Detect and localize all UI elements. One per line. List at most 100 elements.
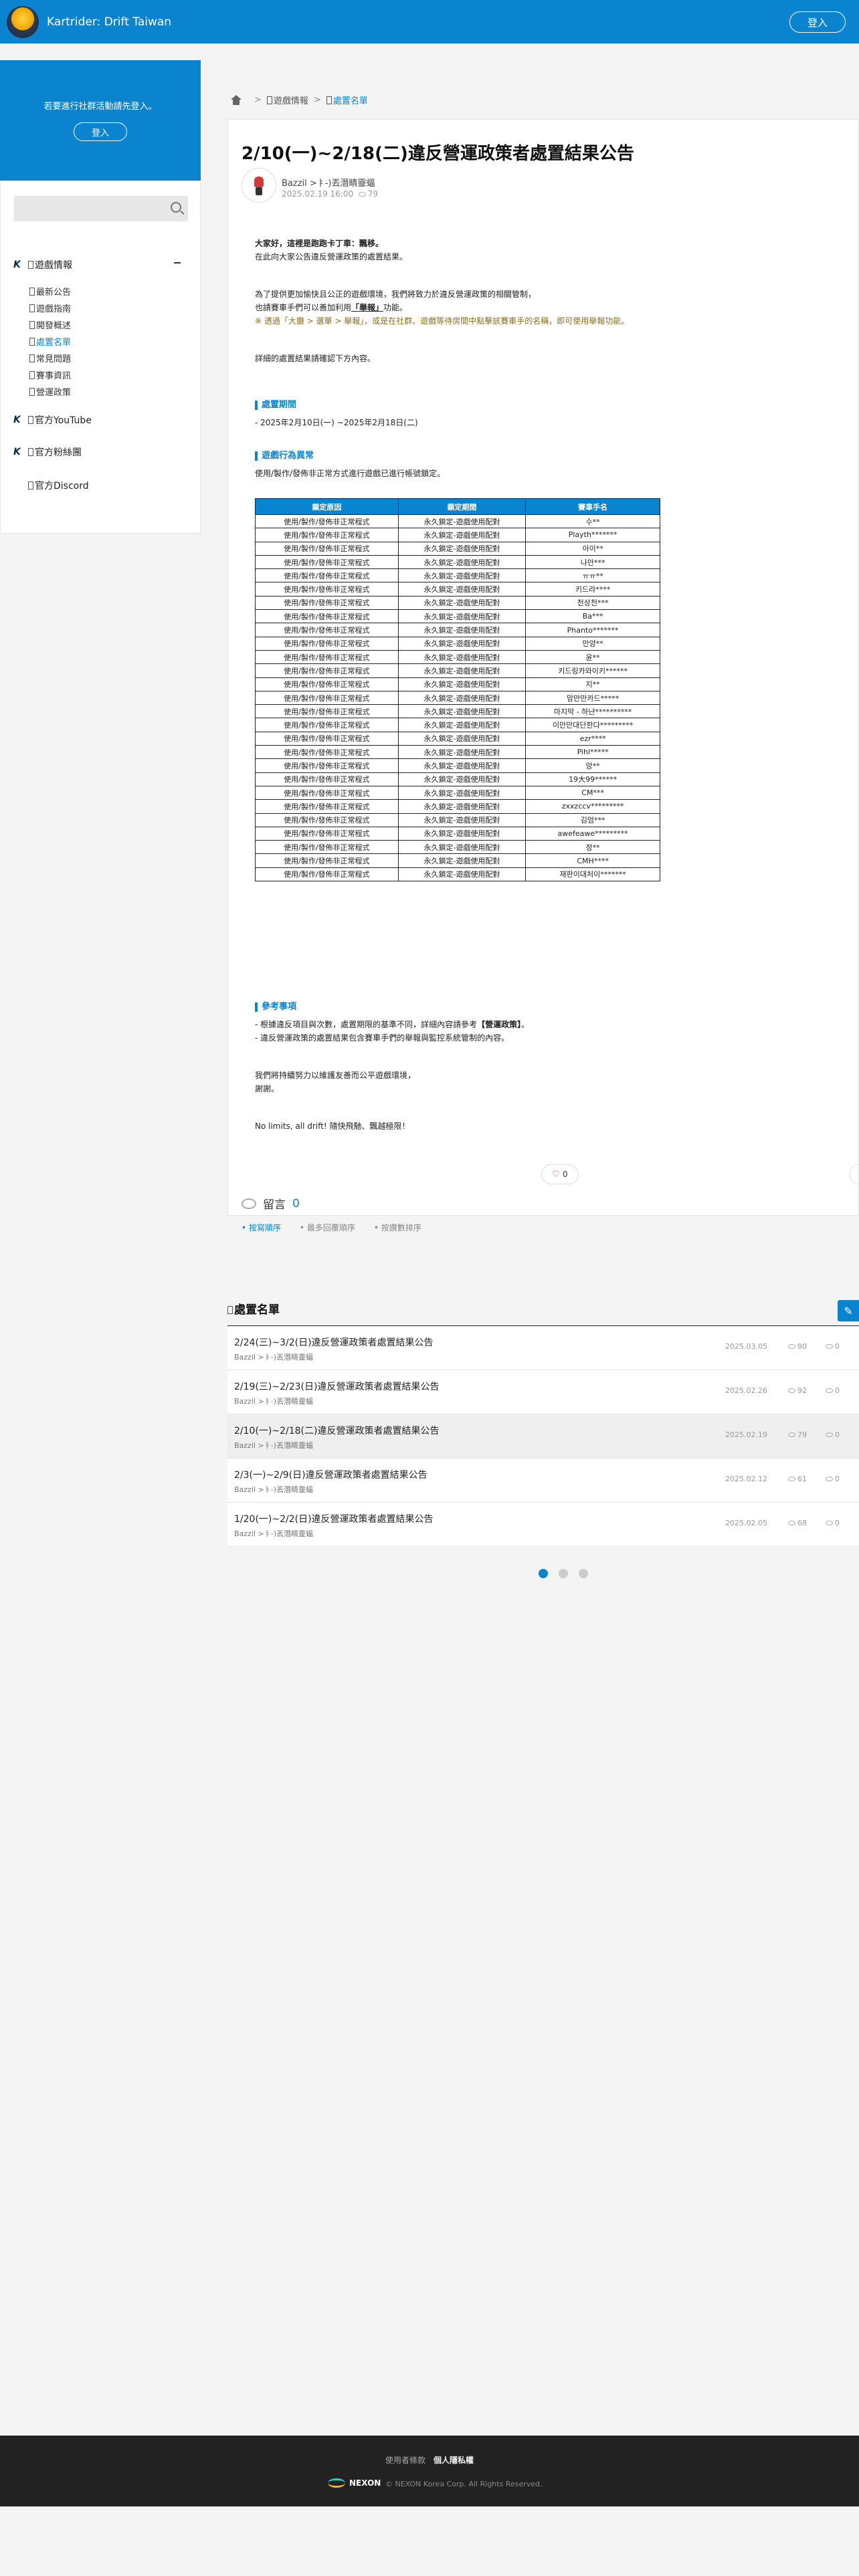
list-item-date: 2025.02.05 xyxy=(725,1519,767,1527)
cell-name: ㅠㅠ** xyxy=(525,568,660,583)
list-item-title[interactable]: 1/20(一)~2/2(日)違反營運政策者處置結果公告 xyxy=(234,1512,434,1525)
cell-period: 永久鎖定-遊戲使用配對 xyxy=(397,541,527,556)
game-logo-icon[interactable] xyxy=(7,5,39,38)
sort-option[interactable]: • 按讚數排序 xyxy=(374,1222,431,1233)
table-row: 使用/製作/發佈非正常程式 永久鎖定-遊戲使用配對 CMH**** xyxy=(255,853,660,868)
list-item[interactable]: 1/20(一)~2/2(日)違反營運政策者處置結果公告 Bazzil >ㅑ-)丟潛… xyxy=(227,1503,859,1547)
login-button[interactable]: 登入 xyxy=(789,11,846,33)
sidebar-item-events[interactable]: 賽事資訊 xyxy=(29,368,71,381)
cell-name: CMH**** xyxy=(525,853,660,868)
nexon-icon xyxy=(328,2478,345,2488)
cell-period: 永久鎖定-遊戲使用配對 xyxy=(397,718,527,732)
collapse-icon[interactable] xyxy=(174,262,181,263)
table-row: 使用/製作/發佈非正常程式 永久鎖定-遊戲使用配對 Playth******* xyxy=(255,528,660,542)
sort-option[interactable]: • 按寫順序 xyxy=(242,1222,290,1233)
home-icon[interactable] xyxy=(230,94,242,106)
table-row: 使用/製作/發佈非正常程式 永久鎖定-遊戲使用配對 지** xyxy=(255,677,660,691)
list-item[interactable]: 2/24(三)~3/2(日)違反營運政策者處置結果公告 Bazzil >ㅑ-)丟潛… xyxy=(227,1326,859,1370)
cell-period: 永久鎖定-遊戲使用配對 xyxy=(397,704,527,719)
article-meta: 2025.02.19 16:00 79 xyxy=(282,189,379,199)
paragraph: 也請賽車手們可以善加利用「舉報」功能。 xyxy=(255,303,408,312)
cell-name: Phanto******* xyxy=(525,623,660,637)
cell-reason: 使用/製作/發佈非正常程式 xyxy=(255,826,399,841)
cell-reason: 使用/製作/發佈非正常程式 xyxy=(255,704,399,719)
search-input[interactable] xyxy=(14,196,188,221)
list-item-date: 2025.03.05 xyxy=(725,1342,767,1351)
like-button[interactable]: ♡ 0 xyxy=(541,1164,579,1184)
list-item-date: 2025.02.19 xyxy=(725,1430,767,1439)
list-item-title[interactable]: 2/10(一)~2/18(二)違反營運政策者處置結果公告 xyxy=(234,1424,439,1437)
page-dot[interactable] xyxy=(559,1569,568,1578)
table-row: 使用/製作/發佈非正常程式 永久鎖定-遊戲使用配對 마지막 - 하냔********… xyxy=(255,704,660,719)
login-panel: 若要進行社群活動請先登入。 登入 xyxy=(0,60,201,181)
cell-reason: 使用/製作/發佈非正常程式 xyxy=(255,636,399,651)
cell-name: 김엄*** xyxy=(525,813,660,827)
page-dot[interactable] xyxy=(579,1569,588,1578)
list-item[interactable]: 2/19(三)~2/23(日)違反營運政策者處置結果公告 Bazzil >ㅑ-)丟… xyxy=(227,1370,859,1414)
terms-link[interactable]: 使用者條款 xyxy=(385,2456,425,2465)
privacy-link[interactable]: 個人隱私權 xyxy=(434,2456,474,2465)
list-item-date: 2025.02.26 xyxy=(725,1386,767,1395)
eye-icon xyxy=(788,1388,795,1393)
table-row: 使用/製作/發佈非正常程式 永久鎖定-遊戲使用配對 awefeawe********… xyxy=(255,826,660,841)
kart-icon: K xyxy=(13,447,21,457)
cell-period: 永久鎖定-遊戲使用配對 xyxy=(397,623,527,637)
list-item-title[interactable]: 2/3(一)~2/9(日)違反營運政策者處置結果公告 xyxy=(234,1468,427,1481)
write-icon[interactable]: ✎ xyxy=(838,1300,859,1321)
cell-name: 수** xyxy=(525,514,660,529)
search-icon[interactable] xyxy=(171,202,181,213)
sanctions-table: 鎖定原因 鎖定期間 賽車手名 使用/製作/發佈非正常程式 永久鎖定-遊戲使用配對 수… xyxy=(255,498,660,882)
sidebar-login-button[interactable]: 登入 xyxy=(74,122,127,141)
cell-period: 永久鎖定-遊戲使用配對 xyxy=(397,514,527,529)
cell-name: 천상천*** xyxy=(525,595,660,611)
sidebar-group-discord[interactable]: 官方Discord xyxy=(28,479,89,492)
cell-name: 맘만만카드***** xyxy=(525,690,660,706)
pagination xyxy=(539,1569,599,1578)
cell-period: 永久鎖定-遊戲使用配對 xyxy=(397,826,527,841)
page-dot[interactable] xyxy=(539,1569,548,1578)
breadcrumb-current[interactable]: 處置名單 xyxy=(333,94,368,106)
table-row: 使用/製作/發佈非正常程式 永久鎖定-遊戲使用配對 ezr**** xyxy=(255,731,660,746)
breadcrumb: > 遊戲情報 > 處置名單 xyxy=(230,94,368,106)
cell-reason: 使用/製作/發佈非正常程式 xyxy=(255,690,399,706)
top-bar: Kartrider: Drift Taiwan 登入 xyxy=(0,0,859,43)
sidebar-item-guide[interactable]: 遊戲指南 xyxy=(29,302,71,314)
sidebar-item-sanctions[interactable]: 處置名單 xyxy=(29,335,71,348)
cell-reason: 使用/製作/發佈非正常程式 xyxy=(255,840,399,855)
site-title[interactable]: Kartrider: Drift Taiwan xyxy=(47,15,171,29)
footer: 使用者條款 個人隱私權 NEXON © NEXON Korea Corp. All… xyxy=(0,2436,859,2506)
sidebar-group-game-info[interactable]: K 遊戲情報 xyxy=(13,258,72,272)
table-row: 使用/製作/發佈非正常程式 永久鎖定-遊戲使用配對 아이** xyxy=(255,541,660,556)
avatar[interactable] xyxy=(242,168,276,203)
period-text: - 2025年2月10日(一) ~2025年2月18日(二) xyxy=(255,418,418,427)
cell-period: 永久鎖定-遊戲使用配對 xyxy=(397,649,527,665)
cell-period: 永久鎖定-遊戲使用配對 xyxy=(397,772,527,786)
cell-period: 永久鎖定-遊戲使用配對 xyxy=(397,731,527,746)
list-item[interactable]: 2/10(一)~2/18(二)違反營運政策者處置結果公告 Bazzil >ㅑ-)丟… xyxy=(227,1414,859,1459)
comment-icon xyxy=(826,1432,833,1437)
sidebar-group-fanpage[interactable]: K 官方粉絲團 xyxy=(13,445,82,459)
cell-reason: 使用/製作/發佈非正常程式 xyxy=(255,663,399,678)
cell-period: 永久鎖定-遊戲使用配對 xyxy=(397,595,527,611)
report-note: ※ 透過「大廳 > 選單 > 舉報」，或是在社群、遊戲等待房間中點擊該賽車手的名… xyxy=(255,316,630,326)
list-item-title[interactable]: 2/19(三)~2/23(日)違反營運政策者處置結果公告 xyxy=(234,1380,439,1393)
cell-reason: 使用/製作/發佈非正常程式 xyxy=(255,649,399,665)
sort-option[interactable]: • 最多回覆順序 xyxy=(300,1222,365,1233)
sidebar-item-faq[interactable]: 常見問題 xyxy=(29,352,71,364)
sidebar-group-youtube[interactable]: K 官方YouTube xyxy=(13,413,92,427)
sidebar-item-policy[interactable]: 營運政策 xyxy=(29,385,71,398)
article-title: 2/10(一)~2/18(二)違反營運政策者處置結果公告 xyxy=(242,144,634,164)
cell-reason: 使用/製作/發佈非正常程式 xyxy=(255,541,399,556)
article-author[interactable]: Bazzil >ㅑ-)丟潛睛靈蝠 xyxy=(282,176,375,189)
list-item-title[interactable]: 2/24(三)~3/2(日)違反營運政策者處置結果公告 xyxy=(234,1335,434,1349)
breadcrumb-item[interactable]: 遊戲情報 xyxy=(274,94,308,106)
list-item[interactable]: 2/3(一)~2/9(日)違反營運政策者處置結果公告 Bazzil >ㅑ-)丟潛睛… xyxy=(227,1459,859,1503)
cell-reason: 使用/製作/發佈非正常程式 xyxy=(255,623,399,637)
nexon-logo[interactable]: NEXON xyxy=(328,2478,381,2488)
comments-header: 留言 0 xyxy=(242,1195,300,1212)
sidebar-item-news[interactable]: 最新公告 xyxy=(29,285,71,298)
list-item-views: 79 xyxy=(788,1430,807,1439)
share-button[interactable] xyxy=(850,1164,859,1184)
sidebar-item-dev[interactable]: 開發概述 xyxy=(29,318,71,331)
table-row: 使用/製作/發佈非正常程式 永久鎖定-遊戲使用配對 윤** xyxy=(255,649,660,665)
